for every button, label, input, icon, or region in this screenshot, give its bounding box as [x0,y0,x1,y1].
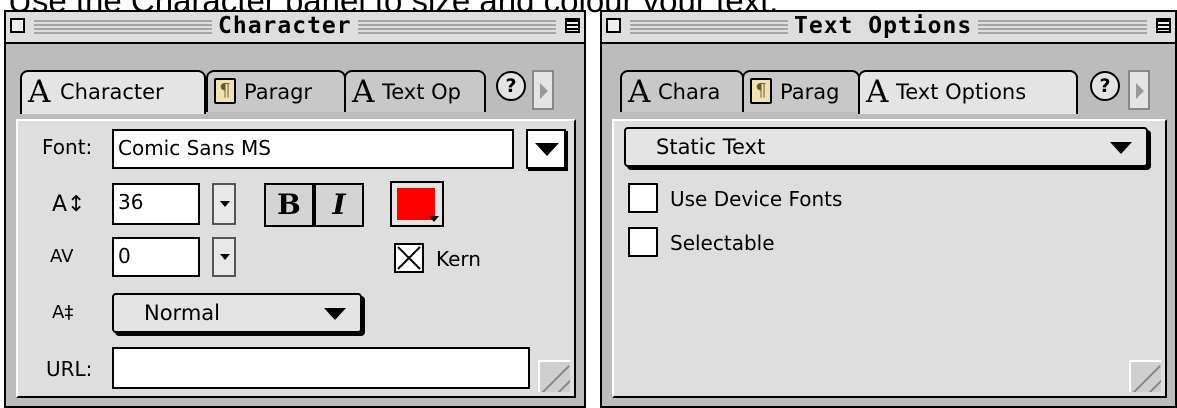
tab-scroll-right-icon[interactable] [532,70,554,110]
kern-label: Kern [436,247,481,271]
tracking-icon: AV [50,246,74,267]
paragraph-icon: ¶ [214,78,236,104]
close-box-icon[interactable] [10,18,25,33]
text-options-glyph-icon: A [866,74,889,110]
text-options-panel-content: Static Text Use Device Fonts Selectable [612,119,1167,398]
color-dropdown-arrow-icon [429,216,439,222]
bold-button[interactable]: B [264,183,314,227]
character-glyph-icon: A [28,74,51,110]
tab-paragraph[interactable]: ¶ Parag [742,70,860,112]
baseline-shift-icon: A‡ [52,302,74,323]
tab-character[interactable]: A Character [20,70,206,114]
tab-label: Character [60,80,164,104]
selectable-checkbox[interactable] [628,227,658,257]
font-size-icon: A↕ [52,192,86,217]
url-label: URL: [46,357,93,381]
kern-checkbox[interactable] [394,243,424,273]
font-size-field[interactable]: 36 [112,183,200,225]
tab-scroll-right-icon[interactable] [1128,70,1150,110]
close-box-icon[interactable] [606,18,621,33]
font-size-dropdown[interactable] [212,183,236,225]
tab-label: Text Op [382,80,462,104]
selectable-label: Selectable [670,231,775,255]
resize-grip-icon[interactable] [1129,360,1161,392]
tab-text-options[interactable]: A Text Options [858,70,1078,114]
character-panel-titlebar[interactable]: Character [6,12,584,44]
paragraph-icon: ¶ [750,78,772,104]
character-panel-content: Font: Comic Sans MS A↕ 36 B I AV 0 Kern … [16,119,576,398]
text-type-value: Static Text [656,135,766,159]
use-device-fonts-label: Use Device Fonts [670,187,843,211]
text-options-panel-titlebar[interactable]: Text Options [602,12,1175,44]
resize-grip-icon[interactable] [538,360,570,392]
character-panel-tabs: A Character ¶ Paragr A Text Op ? [6,44,584,114]
character-panel: Character A Character ¶ Paragr A Text Op… [4,10,586,408]
italic-button[interactable]: I [314,183,364,227]
help-button[interactable]: ? [496,71,526,101]
url-field[interactable] [112,347,530,389]
use-device-fonts-checkbox[interactable] [628,183,658,213]
character-glyph-icon: A [628,74,651,110]
text-options-panel: Text Options A Chara ¶ Parag A Text Opti… [600,10,1177,408]
text-options-glyph-icon: A [352,74,375,110]
tab-character[interactable]: A Chara [620,70,744,112]
text-color-swatch[interactable] [390,181,444,227]
checkbox-x-icon [397,246,421,270]
tab-label: Text Options [896,80,1027,104]
tab-label: Chara [658,80,721,104]
help-button[interactable]: ? [1090,71,1120,101]
popup-arrow-icon [1110,142,1132,154]
tab-label: Parag [780,80,840,104]
text-type-popup[interactable]: Static Text [624,127,1148,167]
popup-arrow-icon [324,308,346,320]
panel-title: Character [212,13,358,39]
collapse-box-icon[interactable] [1156,18,1171,33]
font-label: Font: [42,135,93,159]
tab-paragraph[interactable]: ¶ Paragr [206,70,346,112]
baseline-shift-value: Normal [144,301,220,325]
tracking-dropdown[interactable] [212,237,236,277]
collapse-box-icon[interactable] [565,18,580,33]
baseline-shift-popup[interactable]: Normal [112,293,362,333]
font-dropdown-button[interactable] [526,129,566,169]
tab-text-options[interactable]: A Text Op [344,70,486,112]
tracking-field[interactable]: 0 [112,237,200,277]
tab-label: Paragr [244,80,313,104]
text-options-panel-tabs: A Chara ¶ Parag A Text Options ? [602,44,1175,114]
panel-title: Text Options [788,13,979,39]
font-field[interactable]: Comic Sans MS [112,129,514,169]
